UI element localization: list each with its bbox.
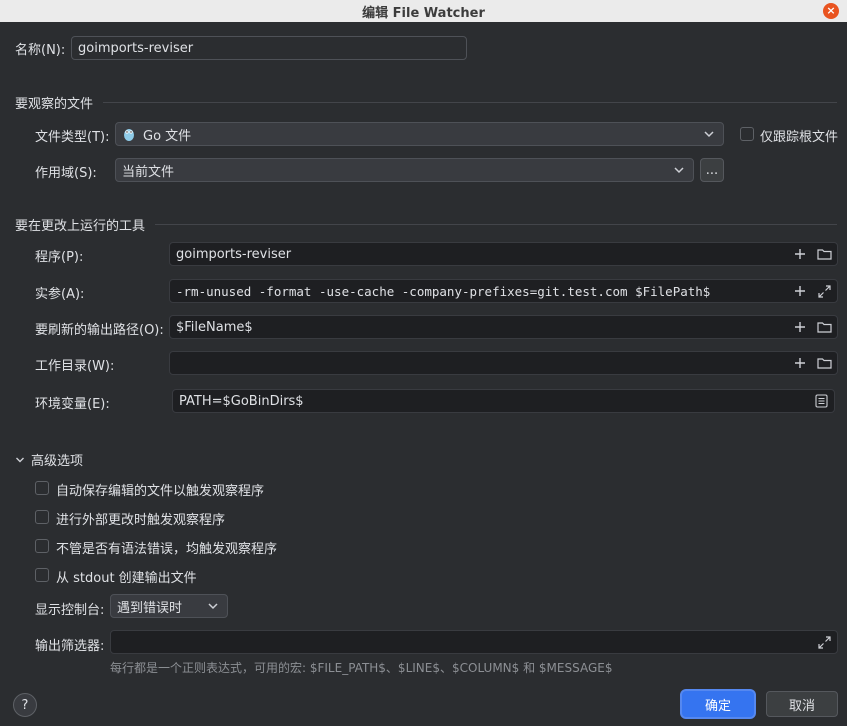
syntax-error-checkbox[interactable] [35, 539, 49, 553]
program-value: goimports-reviser [176, 246, 292, 262]
program-input[interactable]: goimports-reviser [169, 242, 838, 266]
env-vars-input[interactable]: PATH=$GoBinDirs$ [172, 389, 835, 413]
external-change-checkbox[interactable] [35, 510, 49, 524]
ok-label: 确定 [704, 698, 731, 714]
show-console-combobox[interactable]: 遇到错误时 [110, 594, 228, 618]
chevron-down-icon [673, 163, 685, 181]
track-root-only-checkbox[interactable] [740, 127, 754, 141]
scope-browse-label: ... [705, 162, 719, 178]
watched-files-title: 要观察的文件 [15, 97, 94, 112]
window-title: 编辑 File Watcher [362, 5, 485, 21]
scope-browse-button[interactable]: ... [700, 158, 724, 182]
cancel-label: 取消 [788, 698, 815, 714]
folder-icon[interactable] [815, 245, 833, 263]
close-window-button[interactable]: × [823, 3, 839, 19]
help-icon: ? [21, 697, 29, 713]
insert-macro-icon[interactable] [791, 318, 809, 336]
arguments-label: 实参(A): [35, 287, 85, 302]
watched-files-section: 要观察的文件 [15, 93, 837, 112]
output-paths-value: $FileName$ [176, 319, 253, 335]
stdout-output-checkbox[interactable] [35, 568, 49, 582]
output-paths-label: 要刷新的输出路径(O): [35, 323, 164, 338]
chevron-down-icon [207, 599, 219, 617]
program-label: 程序(P): [35, 250, 84, 265]
name-label: 名称(N): [15, 43, 66, 58]
external-change-label: 进行外部更改时触发观察程序 [56, 513, 226, 528]
advanced-options-toggle[interactable]: 高级选项 [15, 450, 83, 469]
expand-icon[interactable] [815, 282, 833, 300]
insert-macro-icon[interactable] [791, 282, 809, 300]
output-filters-hint: 每行都是一个正则表达式，可用的宏: $FILE_PATH$、$LINE$、$CO… [110, 661, 613, 675]
output-paths-input[interactable]: $FileName$ [169, 315, 838, 339]
edit-env-vars-icon[interactable] [812, 392, 830, 410]
scope-combobox[interactable]: 当前文件 [115, 158, 694, 182]
env-vars-value: PATH=$GoBinDirs$ [179, 393, 304, 409]
name-input[interactable]: goimports-reviser [71, 36, 467, 60]
file-type-label: 文件类型(T): [35, 130, 110, 145]
chevron-down-icon [703, 127, 715, 145]
output-filters-input[interactable] [110, 630, 838, 654]
arguments-value: -rm-unused -format -use-cache -company-p… [176, 283, 711, 299]
working-dir-label: 工作目录(W): [35, 359, 115, 374]
working-dir-input[interactable] [169, 351, 838, 375]
show-console-label: 显示控制台: [35, 603, 105, 618]
show-console-value: 遇到错误时 [117, 600, 183, 616]
stdout-output-label: 从 stdout 创建输出文件 [56, 571, 197, 586]
expand-icon[interactable] [815, 633, 833, 651]
chevron-down-icon [15, 455, 25, 465]
env-vars-label: 环境变量(E): [35, 397, 110, 412]
track-root-only-label: 仅跟踪根文件 [760, 130, 839, 145]
insert-macro-icon[interactable] [791, 354, 809, 372]
file-type-combobox[interactable]: Go 文件 [115, 122, 724, 146]
section-divider [155, 224, 837, 225]
tool-section: 要在更改上运行的工具 [15, 215, 837, 234]
file-type-value: Go 文件 [143, 128, 192, 144]
section-divider [103, 102, 837, 103]
auto-save-label: 自动保存编辑的文件以触发观察程序 [56, 484, 265, 499]
gopher-icon [122, 126, 136, 142]
window-titlebar: 编辑 File Watcher × [0, 0, 847, 22]
auto-save-checkbox[interactable] [35, 481, 49, 495]
scope-value: 当前文件 [122, 164, 175, 180]
folder-icon[interactable] [815, 318, 833, 336]
insert-macro-icon[interactable] [791, 245, 809, 263]
arguments-input[interactable]: -rm-unused -format -use-cache -company-p… [169, 279, 838, 303]
ok-button[interactable]: 确定 [682, 691, 754, 717]
tool-section-title: 要在更改上运行的工具 [15, 219, 146, 234]
scope-label: 作用域(S): [35, 166, 97, 181]
help-button[interactable]: ? [13, 693, 37, 717]
name-value: goimports-reviser [78, 40, 194, 56]
output-filters-label: 输出筛选器: [35, 639, 105, 654]
syntax-error-label: 不管是否有语法错误，均触发观察程序 [56, 542, 278, 557]
folder-icon[interactable] [815, 354, 833, 372]
cancel-button[interactable]: 取消 [766, 691, 838, 717]
advanced-options-title: 高级选项 [31, 454, 84, 469]
